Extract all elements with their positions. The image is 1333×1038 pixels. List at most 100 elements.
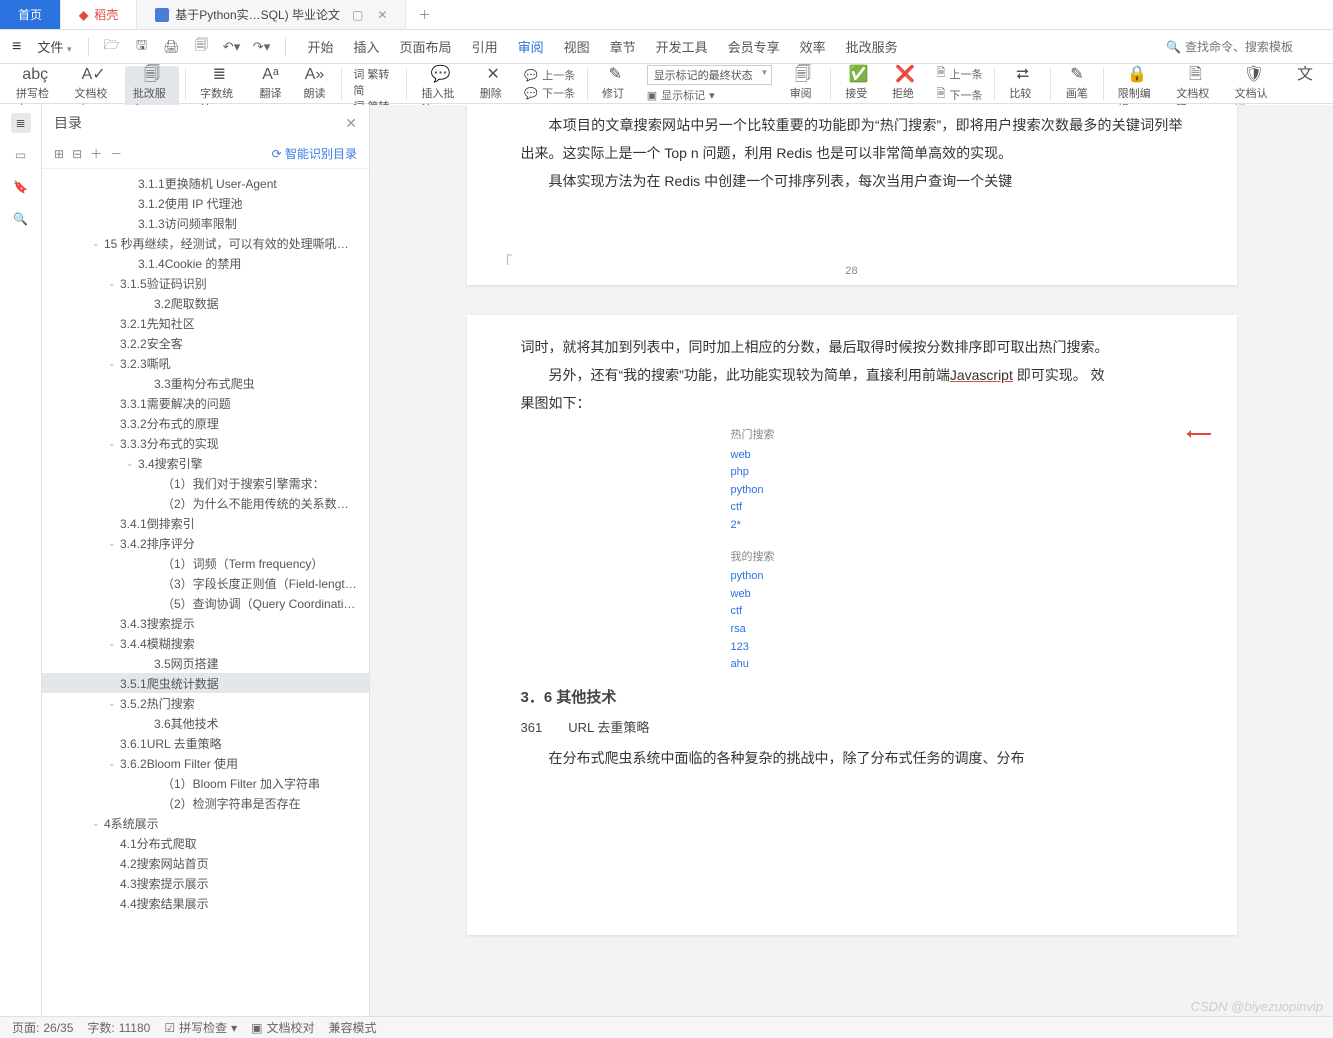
outline-item[interactable]: 3.6.1URL 去重策略 [42, 733, 369, 753]
outline-item[interactable]: 4.4搜索结果展示 [42, 893, 369, 913]
trad-to-simp-button[interactable]: 词 繁转简 [353, 66, 394, 98]
document-area[interactable]: 本项目的文章搜索网站中另一个比较重要的功能即为“热门搜索”，即将用户搜索次数最多… [370, 105, 1333, 1016]
bookmark-icon[interactable]: 🔖 [11, 177, 31, 197]
next-comment-button[interactable]: 💬 下一条 [524, 85, 575, 101]
outline-item[interactable]: 4.1分布式爬取 [42, 833, 369, 853]
menu-tab-4[interactable]: 审阅 [508, 40, 554, 55]
prev-comment-button[interactable]: 💬 上一条 [524, 67, 575, 83]
outline-icon[interactable]: ≣ [11, 113, 31, 133]
red-arrow-icon [1187, 433, 1211, 435]
chevron-down-icon: ⌄ [108, 638, 120, 649]
outline-item[interactable]: （1）Bloom Filter 加入字符串 [42, 773, 369, 793]
menu-tab-1[interactable]: 插入 [344, 40, 390, 55]
my-search-item: web [731, 586, 1183, 604]
outline-item[interactable]: （5）查询协调（Query Coordination） [42, 593, 369, 613]
outline-item[interactable]: （3）字段长度正则值（Field-length norm） [42, 573, 369, 593]
outline-item[interactable]: 3.3重构分布式爬虫 [42, 373, 369, 393]
plus-icon[interactable]: ＋ [90, 145, 102, 162]
shapes-panel-icon[interactable]: ▭ [11, 145, 31, 165]
read-aloud-button[interactable]: A»朗读 [295, 66, 335, 101]
outline-item[interactable]: （2）检测字符串是否存在 [42, 793, 369, 813]
open-icon[interactable]: 🗁 [101, 36, 123, 58]
command-search-input[interactable] [1185, 40, 1325, 54]
print-icon[interactable]: 🖨 [161, 36, 183, 58]
pen-button[interactable]: ✎画笔 [1057, 66, 1097, 101]
outline-item[interactable]: ⌄3.4.2排序评分 [42, 533, 369, 553]
spell-check-status[interactable]: ☑ 拼写检查 ▾ [164, 1019, 237, 1036]
menu-tab-9[interactable]: 效率 [790, 40, 836, 55]
outline-item-label: 3.6.2Bloom Filter 使用 [120, 755, 238, 772]
command-search[interactable]: 🔍 [1166, 40, 1325, 54]
outline-item[interactable]: 3.5.1爬虫统计数据 [42, 673, 369, 693]
outline-item[interactable]: 3.2.1先知社区 [42, 313, 369, 333]
outline-item-label: 3.3重构分布式爬虫 [154, 375, 255, 392]
outline-item-label: 15 秒再继续，经测试，可以有效的处理嘶吼的该反爬… [104, 235, 359, 252]
outline-item[interactable]: （2）为什么不能用传统的关系数据库完成搜 … [42, 493, 369, 513]
close-tab-icon[interactable]: ✕ [377, 8, 387, 22]
outline-item[interactable]: 3.2爬取数据 [42, 293, 369, 313]
outline-item[interactable]: ⌄3.4.4模糊搜索 [42, 633, 369, 653]
outline-item[interactable]: 3.5网页搭建 [42, 653, 369, 673]
menu-tab-3[interactable]: 引用 [462, 40, 508, 55]
outline-item[interactable]: ⌄3.5.2热门搜索 [42, 693, 369, 713]
home-tab[interactable]: 首页 [0, 0, 61, 29]
heading: 3．6 其他技术 [521, 686, 1183, 707]
minus-icon[interactable]: － [110, 145, 122, 162]
outline-item[interactable]: 3.1.4Cookie 的禁用 [42, 253, 369, 273]
document-tab[interactable]: 基于Python实…SQL) 毕业论文 ▢ ✕ [137, 0, 406, 29]
left-rail: ≣ ▭ 🔖 🔍 [0, 105, 42, 1016]
proofread-status[interactable]: ▣ 文档校对 [251, 1019, 314, 1036]
my-search-item: rsa [731, 621, 1183, 639]
undo-icon[interactable]: ↶▾ [221, 36, 243, 58]
translate-button[interactable]: Aᵃ翻译 [251, 66, 291, 101]
outline-item[interactable]: ⌄3.3.3分布式的实现 [42, 433, 369, 453]
outline-item[interactable]: 3.4.1倒排索引 [42, 513, 369, 533]
outline-item[interactable]: 3.3.1需要解决的问题 [42, 393, 369, 413]
more-button[interactable]: 文 [1285, 66, 1325, 84]
find-icon[interactable]: 🔍 [11, 209, 31, 229]
outline-item[interactable]: 3.4.3搜索提示 [42, 613, 369, 633]
outline-item[interactable]: ⌄15 秒再继续，经测试，可以有效的处理嘶吼的该反爬… [42, 233, 369, 253]
outline-item[interactable]: 3.6其他技术 [42, 713, 369, 733]
new-tab-button[interactable]: ＋ [406, 0, 442, 29]
outline-item[interactable]: 3.1.2使用 IP 代理池 [42, 193, 369, 213]
word-count[interactable]: 字数: 11180 [87, 1019, 150, 1036]
markup-display-select[interactable]: 显示标记的最终状态 [647, 65, 772, 85]
menu-tab-0[interactable]: 开始 [298, 40, 344, 55]
outline-item[interactable]: 3.1.3访问频率限制 [42, 213, 369, 233]
outline-item[interactable]: 4.2搜索网站首页 [42, 853, 369, 873]
outline-item[interactable]: ⌄3.6.2Bloom Filter 使用 [42, 753, 369, 773]
restore-window-icon[interactable]: ▢ [352, 8, 363, 22]
hamburger-icon[interactable]: ≡ [8, 38, 25, 56]
prev-revision-button[interactable]: 🗎 上一条 [937, 64, 983, 83]
outline-item[interactable]: ⌄3.2.3嘶吼 [42, 353, 369, 373]
menu-tab-6[interactable]: 章节 [600, 40, 646, 55]
outline-item[interactable]: 3.1.1更换随机 User-Agent [42, 173, 369, 193]
subheading: 361 URL 去重策略 [521, 717, 1183, 736]
close-panel-icon[interactable]: ✕ [345, 115, 357, 132]
menu-tab-7[interactable]: 开发工具 [646, 40, 718, 55]
next-revision-button[interactable]: 🗎 下一条 [937, 85, 983, 104]
outline-item[interactable]: ⌄3.4搜索引擎 [42, 453, 369, 473]
outline-item[interactable]: （1）词频（Term frequency） [42, 553, 369, 573]
outline-item[interactable]: 3.3.2分布式的原理 [42, 413, 369, 433]
outline-item[interactable]: 3.2.2安全客 [42, 333, 369, 353]
menu-tab-8[interactable]: 会员专享 [718, 40, 790, 55]
smart-outline-button[interactable]: ⟳ 智能识别目录 [272, 145, 357, 162]
outline-item[interactable]: ⌄4系统展示 [42, 813, 369, 833]
redo-icon[interactable]: ↷▾ [251, 36, 273, 58]
outline-item[interactable]: ⌄3.1.5验证码识别 [42, 273, 369, 293]
expand-all-icon[interactable]: ⊞ [54, 147, 64, 161]
collapse-all-icon[interactable]: ⊟ [72, 147, 82, 161]
menu-tab-5[interactable]: 视图 [554, 40, 600, 55]
save-icon[interactable]: 🖫 [131, 36, 153, 58]
menu-tab-10[interactable]: 批改服务 [836, 40, 908, 55]
docshell-tab[interactable]: ◆稻壳 [61, 0, 137, 29]
page-indicator[interactable]: 页面: 26/35 [12, 1019, 73, 1036]
outline-item[interactable]: 4.3搜索提示展示 [42, 873, 369, 893]
menu-tab-2[interactable]: 页面布局 [390, 40, 462, 55]
file-menu[interactable]: 文件 ▾ [33, 37, 75, 56]
outline-item[interactable]: （1）我们对于搜索引擎需求： [42, 473, 369, 493]
print-preview-icon[interactable]: 🗐 [191, 36, 213, 58]
show-markup-button[interactable]: ▣ 显示标记 ▾ [647, 87, 772, 103]
